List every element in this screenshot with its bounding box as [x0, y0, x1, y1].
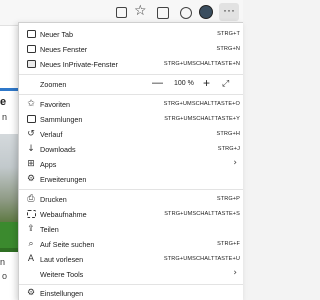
new-window-icon	[27, 45, 36, 53]
menu-separator	[19, 74, 243, 75]
favorites-icon: ✩	[27, 99, 35, 109]
menu-item-read-aloud[interactable]: A Laut vorlesen STRG+UMSCHALTTASTE+U	[19, 251, 243, 267]
menu-item-settings[interactable]: ⚙ Einstellungen	[19, 285, 243, 300]
menu-item-print[interactable]: ⎙ Drucken STRG+P	[19, 191, 243, 207]
collections-toolbar-icon[interactable]	[180, 7, 192, 19]
menu-item-apps[interactable]: ⊞ Apps ›	[19, 156, 243, 172]
menu-item-extensions[interactable]: ⚙ Erweiterungen	[19, 171, 243, 187]
web-capture-icon	[27, 210, 36, 218]
page-text-fragment: n	[0, 257, 6, 267]
page-text-fragment: e	[0, 96, 7, 108]
menu-item-new-window[interactable]: Neues Fenster STRG+N	[19, 41, 243, 57]
menu-item-favorites[interactable]: ✩ Favoriten STRG+UMSCHALTTASTE+O	[19, 96, 243, 112]
chevron-right-icon: ›	[233, 158, 237, 168]
menu-item-more-tools[interactable]: Weitere Tools ›	[19, 266, 243, 282]
menu-item-zoom: Zoomen — 100 % + ⤢	[40, 76, 230, 90]
zoom-out-button[interactable]: —	[152, 77, 163, 89]
reading-view-icon[interactable]	[116, 7, 127, 18]
apps-icon: ⊞	[27, 159, 35, 169]
read-aloud-icon: A	[27, 254, 35, 264]
history-icon: ↺	[27, 129, 35, 139]
menu-separator	[19, 189, 243, 190]
print-icon: ⎙	[27, 194, 35, 204]
chevron-right-icon: ›	[233, 268, 237, 278]
favorites-bar-icon[interactable]	[157, 7, 169, 19]
settings-and-more-menu: Neuer Tab STRG+T Neues Fenster STRG+N Ne…	[18, 22, 243, 300]
menu-item-find-on-page[interactable]: ⌕ Auf Seite suchen STRG+F	[19, 236, 243, 252]
menu-item-downloads[interactable]: ↓ Downloads STRG+J	[19, 141, 243, 157]
menu-item-share[interactable]: ⇪ Teilen	[19, 221, 243, 237]
share-icon: ⇪	[27, 224, 35, 234]
webpage-content: e n n o	[0, 26, 18, 300]
menu-item-history[interactable]: ↺ Verlauf STRG+H	[19, 126, 243, 142]
favorite-star-icon[interactable]	[134, 3, 147, 19]
page-accent-bar	[0, 88, 18, 91]
downloads-icon: ↓	[27, 144, 35, 154]
menu-item-new-inprivate-window[interactable]: Neues InPrivate-Fenster STRG+UMSCHALTTAS…	[19, 56, 243, 72]
new-tab-icon	[27, 30, 36, 38]
settings-icon: ⚙	[26, 288, 36, 298]
menu-separator	[19, 94, 243, 95]
profile-avatar[interactable]	[199, 5, 213, 19]
zoom-level: 100 %	[174, 80, 194, 87]
fullscreen-icon[interactable]: ⤢	[222, 79, 229, 89]
menu-item-collections[interactable]: Sammlungen STRG+UMSCHALTTASTE+Y	[19, 111, 243, 127]
extensions-icon: ⚙	[26, 174, 36, 184]
page-green-banner	[0, 222, 18, 248]
zoom-in-button[interactable]: +	[203, 76, 210, 90]
menu-item-web-capture[interactable]: Webaufnahme STRG+UMSCHALTTASTE+S	[19, 206, 243, 222]
inprivate-icon	[27, 60, 36, 68]
page-text-fragment: n	[2, 112, 8, 122]
page-green-bar	[0, 248, 18, 252]
collections-icon	[27, 115, 36, 123]
find-icon: ⌕	[28, 239, 34, 249]
page-text-fragment: o	[2, 271, 8, 281]
menu-item-new-tab[interactable]: Neuer Tab STRG+T	[19, 26, 243, 42]
settings-and-more-button[interactable]: ···	[219, 3, 239, 21]
